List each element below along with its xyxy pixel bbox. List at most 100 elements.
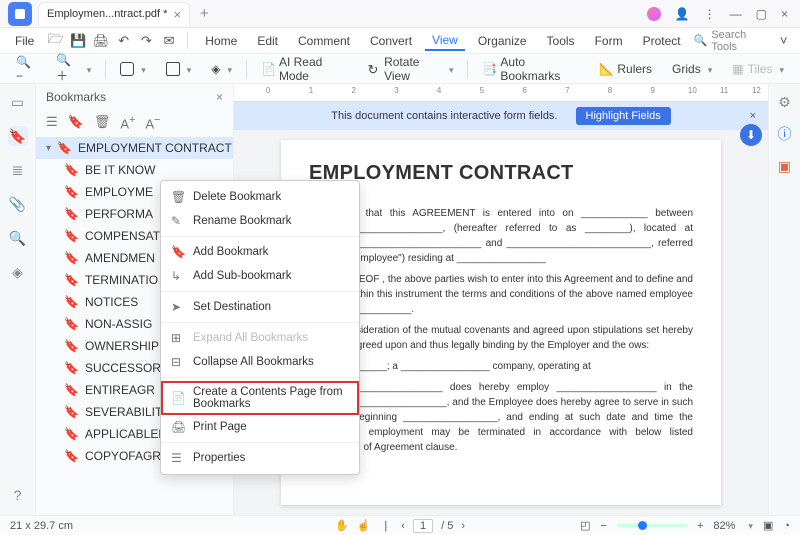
print-icon[interactable]: 🖨 bbox=[93, 31, 110, 51]
close-banner-icon[interactable]: × bbox=[750, 110, 756, 122]
ai-read-icon bbox=[261, 62, 275, 76]
ai-read-label: AI Read Mode bbox=[279, 55, 348, 83]
menu-form[interactable]: Form bbox=[588, 32, 630, 50]
ctx-contents-page[interactable]: 📄Create a Contents Page from Bookmarks bbox=[161, 381, 359, 415]
bookmarks-tools: ☰ 🔖 🗑 A+ A− bbox=[36, 110, 233, 137]
layout-button[interactable] bbox=[160, 58, 198, 80]
menu-organize[interactable]: Organize bbox=[471, 32, 534, 50]
tiles-button[interactable]: ▦ Tiles bbox=[726, 58, 790, 80]
ctx-properties[interactable]: ☰Properties bbox=[161, 446, 359, 470]
bookmarks-icon[interactable]: 🔖 bbox=[8, 126, 28, 146]
layers-icon[interactable]: ≣ bbox=[8, 160, 28, 180]
expand-icon: ⊞ bbox=[171, 331, 185, 345]
bookmark-label: TERMINATIO bbox=[85, 273, 158, 287]
ctx-delete[interactable]: 🗑Delete Bookmark bbox=[161, 185, 359, 209]
text-small-icon[interactable]: A− bbox=[145, 114, 160, 131]
bookmark-label: ENTIREAGR bbox=[85, 383, 155, 397]
fit-width-icon[interactable]: ▣ bbox=[763, 519, 773, 532]
prev-page-icon[interactable]: ‹ bbox=[401, 520, 405, 532]
search-panel-icon[interactable]: 🔍 bbox=[8, 228, 28, 248]
doc-p2: ESS THEREOF , the above parties wish to … bbox=[309, 272, 693, 317]
word-icon[interactable]: ▣ bbox=[775, 156, 795, 176]
close-panel-icon[interactable]: × bbox=[216, 90, 223, 104]
zoom-in-status[interactable]: + bbox=[697, 520, 703, 532]
app-logo bbox=[8, 2, 32, 26]
bookmark-item[interactable]: 🔖BE IT KNOW bbox=[36, 159, 233, 181]
clock-icon[interactable]: ◔ bbox=[783, 520, 790, 532]
attachments-icon[interactable]: 📎 bbox=[8, 194, 28, 214]
download-fab[interactable]: ⬇ bbox=[740, 124, 762, 146]
ribbon-toggle-icon[interactable]: ˅ bbox=[775, 31, 792, 51]
mail-icon[interactable]: ✉ bbox=[161, 31, 178, 51]
close-window-button[interactable]: × bbox=[781, 7, 788, 21]
bookmark-label: NOTICES bbox=[85, 295, 138, 309]
document-tab[interactable]: Employmen...ntract.pdf * × bbox=[38, 2, 190, 26]
close-tab-icon[interactable]: × bbox=[173, 7, 181, 22]
bookmark-context-menu: 🗑Delete Bookmark ✎Rename Bookmark 🔖Add B… bbox=[160, 180, 360, 475]
add-bookmark-icon[interactable]: 🔖 bbox=[68, 114, 84, 131]
next-page-icon[interactable]: › bbox=[461, 520, 465, 532]
more-icon[interactable]: ⋮ bbox=[704, 7, 716, 21]
auto-bookmarks-button[interactable]: Auto Bookmarks bbox=[476, 58, 585, 80]
undo-icon[interactable]: ↶ bbox=[115, 31, 132, 51]
ctx-setdest[interactable]: ➤Set Destination bbox=[161, 295, 359, 319]
page-view-button[interactable] bbox=[114, 58, 152, 80]
ctx-collapse[interactable]: ⊟Collapse All Bookmarks bbox=[161, 350, 359, 374]
doc-title: EMPLOYMENT CONTRACT bbox=[309, 158, 693, 188]
main-area: ▭ 🔖 ≣ 📎 🔍 ◈ ? Bookmarks × ☰ 🔖 🗑 A+ A− ▾🔖… bbox=[0, 84, 800, 515]
add-sub-icon: ↳ bbox=[171, 269, 185, 283]
menu-view[interactable]: View bbox=[425, 31, 465, 51]
rotate-label: Rotate View bbox=[384, 55, 442, 83]
bookmark-item[interactable]: ▾🔖EMPLOYMENT CONTRACT bbox=[36, 137, 233, 159]
ctx-add[interactable]: 🔖Add Bookmark bbox=[161, 240, 359, 264]
search-tools[interactable]: 🔍 Search Tools bbox=[694, 29, 770, 53]
adjust-icon[interactable]: ⚙ bbox=[775, 92, 795, 112]
thumbnails-icon[interactable]: ▭ bbox=[8, 92, 28, 112]
maximize-button[interactable]: ▢ bbox=[756, 7, 767, 21]
auto-bookmarks-label: Auto Bookmarks bbox=[500, 55, 579, 83]
stack-icon[interactable]: ◈ bbox=[8, 262, 28, 282]
ctx-print[interactable]: 🖨Print Page bbox=[161, 415, 359, 439]
zoom-in-button[interactable]: 🔍＋ bbox=[50, 58, 97, 80]
page-input[interactable]: 1 bbox=[413, 519, 433, 533]
redo-icon[interactable]: ↷ bbox=[138, 31, 155, 51]
zoom-slider[interactable] bbox=[617, 524, 687, 527]
help-icon[interactable]: ? bbox=[8, 485, 28, 505]
ai-icon[interactable]: ⓘ bbox=[775, 124, 795, 144]
bookmark-label: AMENDMEN bbox=[85, 251, 155, 265]
delete-bookmark-icon[interactable]: 🗑 bbox=[94, 114, 111, 131]
print-page-icon: 🖨 bbox=[171, 420, 185, 434]
menu-tools[interactable]: Tools bbox=[540, 32, 582, 50]
zoom-dropdown[interactable] bbox=[745, 520, 753, 532]
menu-comment[interactable]: Comment bbox=[291, 32, 357, 50]
zoom-out-status[interactable]: − bbox=[601, 520, 607, 532]
hand-tool-icon[interactable]: ✋ bbox=[335, 519, 349, 532]
menu-edit[interactable]: Edit bbox=[250, 32, 285, 50]
menu-file[interactable]: File bbox=[8, 32, 41, 50]
ctx-addsub[interactable]: ↳Add Sub-bookmark bbox=[161, 264, 359, 288]
ctx-rename[interactable]: ✎Rename Bookmark bbox=[161, 209, 359, 233]
select-tool-icon[interactable]: ☝ bbox=[357, 519, 371, 532]
zoom-out-button[interactable]: 🔍− bbox=[10, 58, 42, 80]
menu-home[interactable]: Home bbox=[198, 32, 244, 50]
orientation-button[interactable]: ◈ bbox=[205, 58, 238, 80]
ai-read-mode-button[interactable]: AI Read Mode bbox=[255, 58, 354, 80]
text-large-icon[interactable]: A+ bbox=[120, 114, 135, 131]
menu-protect[interactable]: Protect bbox=[636, 32, 688, 50]
user-icon[interactable]: 👤 bbox=[675, 7, 690, 21]
search-tools-label: Search Tools bbox=[711, 29, 761, 53]
save-icon[interactable]: 💾 bbox=[70, 31, 87, 51]
minimize-button[interactable]: — bbox=[730, 7, 742, 21]
delete-icon: 🗑 bbox=[171, 190, 185, 204]
menu-icon[interactable]: ☰ bbox=[46, 114, 58, 131]
add-icon: 🔖 bbox=[171, 245, 185, 259]
highlight-fields-button[interactable]: Highlight Fields bbox=[576, 107, 671, 125]
menu-convert[interactable]: Convert bbox=[363, 32, 419, 50]
rotate-view-button[interactable]: Rotate View bbox=[362, 58, 460, 80]
grids-button[interactable]: Grids bbox=[666, 58, 718, 80]
open-icon[interactable]: 🗁 bbox=[47, 31, 64, 51]
fit-page-icon[interactable]: ◰ bbox=[580, 519, 590, 532]
grids-label: Grids bbox=[672, 62, 701, 76]
rulers-button[interactable]: Rulers bbox=[593, 58, 658, 80]
new-tab-button[interactable]: + bbox=[200, 5, 209, 22]
